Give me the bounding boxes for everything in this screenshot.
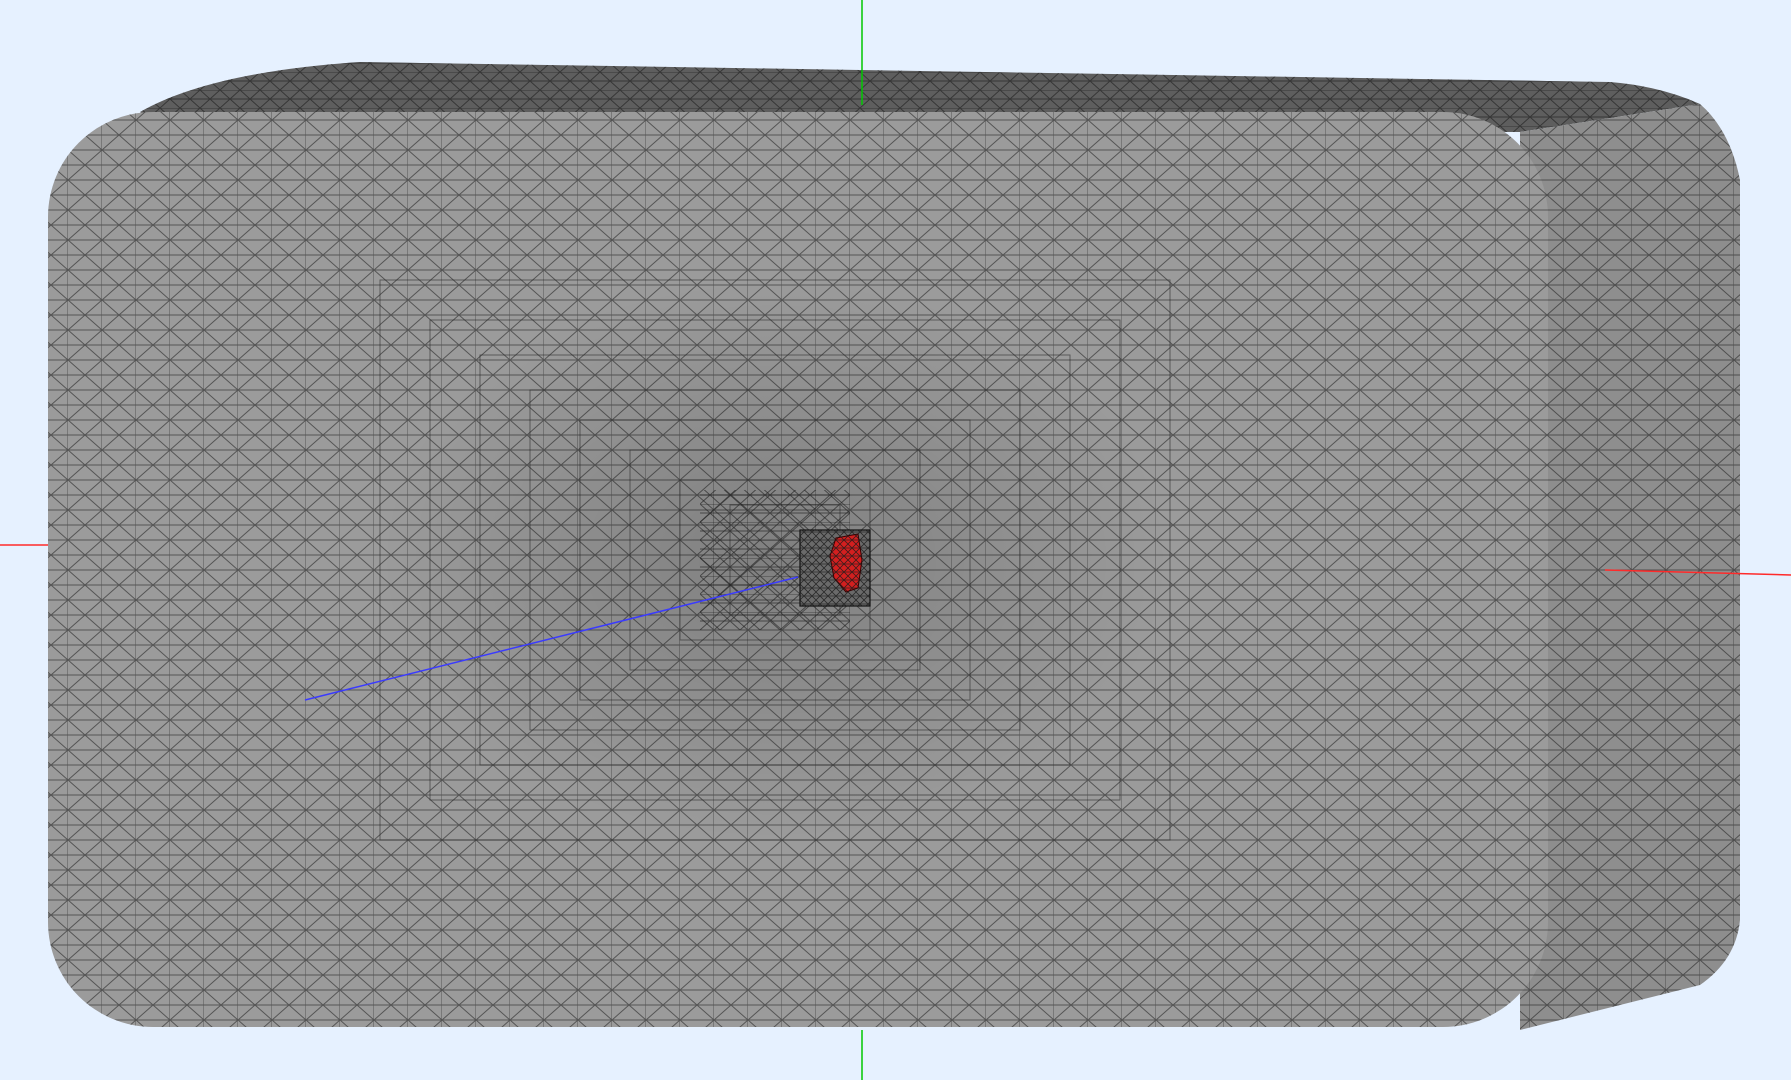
3d-viewport[interactable] [0, 0, 1791, 1080]
mesh-side-face-edges [1520, 104, 1740, 1030]
mesh-scene[interactable] [0, 0, 1791, 1080]
